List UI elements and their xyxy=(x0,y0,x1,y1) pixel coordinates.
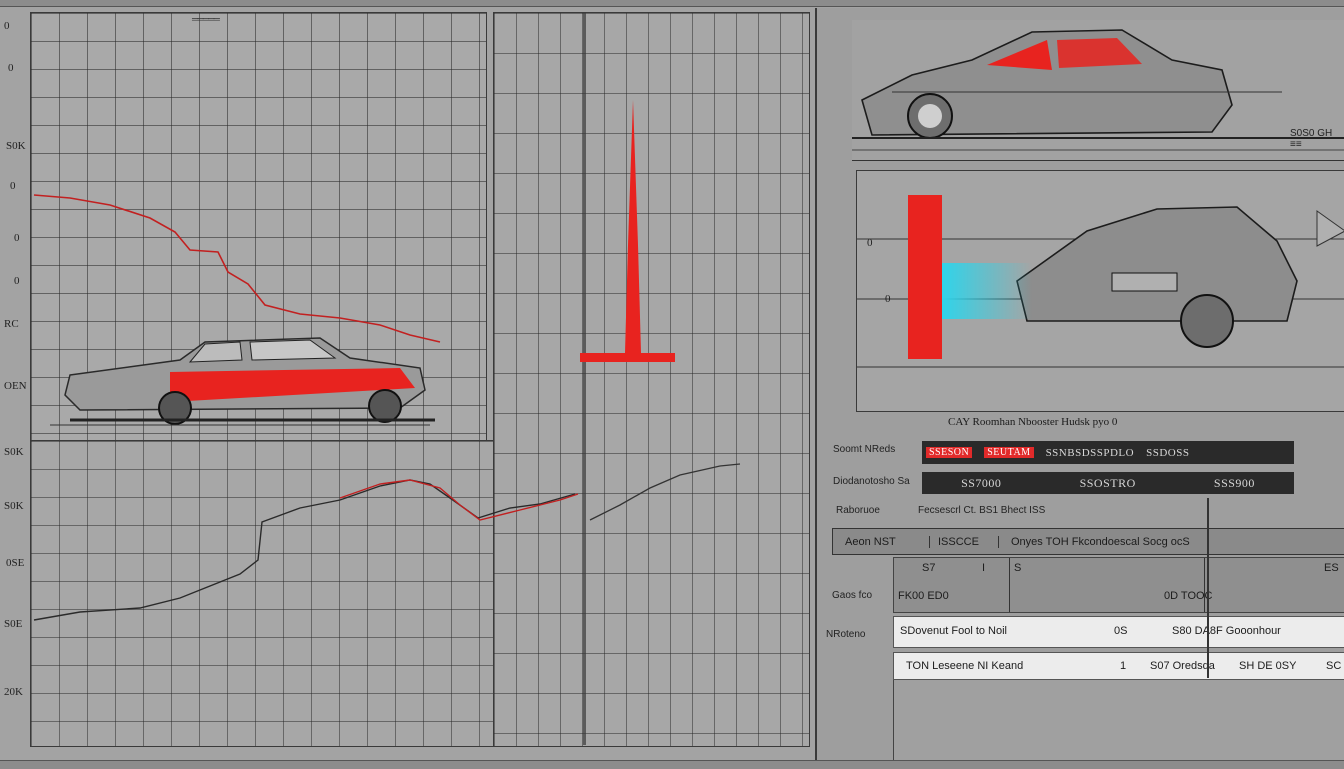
cyan-glow xyxy=(942,263,1032,319)
table-cell: SC xyxy=(1326,660,1342,672)
table-cell: TON Leseene NI Keand xyxy=(906,660,1024,672)
row2-value: SSOSTRO xyxy=(1079,475,1136,490)
red-bar xyxy=(908,195,942,359)
table-header-cell[interactable]: Onyes TOH Fkcondoescal Socg ocS xyxy=(999,536,1190,548)
table-row-label: NRoteno xyxy=(826,629,866,640)
table-footer-area xyxy=(893,680,1344,760)
caption-line: CAY Roomhan Nbooster Hudsk pyo 0 xyxy=(948,416,1118,428)
table-header-cell[interactable]: Aeon NST xyxy=(833,535,930,548)
row2-label: Diodanotosho Sa xyxy=(833,476,910,487)
table-row[interactable]: SDovenut Fool to Noil 0S S80 DA8F Gooonh… xyxy=(893,616,1344,648)
vertical-rule xyxy=(1207,498,1209,678)
table-divider xyxy=(1009,558,1010,612)
table-cell: FK00 ED0 xyxy=(898,590,949,602)
grey-sedan-graphic xyxy=(852,29,1344,151)
table-cell: S07 Oredsda xyxy=(1150,660,1215,672)
row1-cell: SSNBSDSSPDLO xyxy=(1045,446,1135,459)
table-cell: 1 xyxy=(1120,660,1127,672)
row1-tag: SSESON xyxy=(926,447,973,458)
red-spike-graphic xyxy=(580,100,675,362)
side-tick: 0 xyxy=(867,237,873,249)
table-row[interactable]: S7 I S ES FK00 ED0 0D TOOC xyxy=(893,557,1344,613)
table-cell: I xyxy=(982,562,986,574)
table-row[interactable]: TON Leseene NI Keand 1 S07 Oredsda SH DE… xyxy=(893,652,1344,680)
table-divider xyxy=(1204,558,1205,612)
side-tick: 0 xyxy=(885,293,891,305)
table-cell: 0D TOOC xyxy=(1164,590,1213,602)
row1-label: Soomt NReds xyxy=(833,444,896,455)
row2-bar: SS7000 SSOSTRO SSS900 xyxy=(922,472,1294,494)
table-cell: S7 xyxy=(922,562,936,574)
middle-car-panel: 0 0 xyxy=(856,170,1344,412)
row2-value: SSS900 xyxy=(1213,475,1255,490)
table-cell: SDovenut Fool to Noil xyxy=(900,625,1007,637)
middle-trend-line xyxy=(589,463,741,521)
table-cell: 0S xyxy=(1114,625,1128,637)
table-row-label: Gaos fco xyxy=(832,590,873,601)
row3-label: Raboruoe xyxy=(836,505,880,516)
table-cell: ES xyxy=(1324,562,1339,574)
table-cell: S xyxy=(1014,562,1022,574)
red-trend-line xyxy=(33,194,441,343)
row1-cell: SSDOSS xyxy=(1146,446,1190,459)
red-trend-line-lower xyxy=(339,479,579,521)
table-header: Aeon NST ISSCCE Onyes TOH Fkcondoescal S… xyxy=(832,528,1344,555)
dark-trend-line xyxy=(33,479,576,621)
red-sedan-graphic xyxy=(50,337,435,426)
row1-bar: SSESON SEUTAM SSNBSDSSPDLO SSDOSS xyxy=(922,441,1294,464)
table-cell: SH DE 0SY xyxy=(1239,660,1297,672)
table-header-cell[interactable]: ISSCCE xyxy=(930,535,999,548)
top-caption: S0S0 GH ≡≡ xyxy=(1290,128,1333,150)
row2-value: SS7000 xyxy=(961,475,1002,490)
row3-value: Fecsescrl Ct. BS1 Bhect ISS xyxy=(918,505,1046,516)
row1-tag: SEUTAM xyxy=(984,447,1034,458)
top-car-panel xyxy=(852,20,1344,161)
table-cell: S80 DA8F Gooonhour xyxy=(1172,625,1281,637)
